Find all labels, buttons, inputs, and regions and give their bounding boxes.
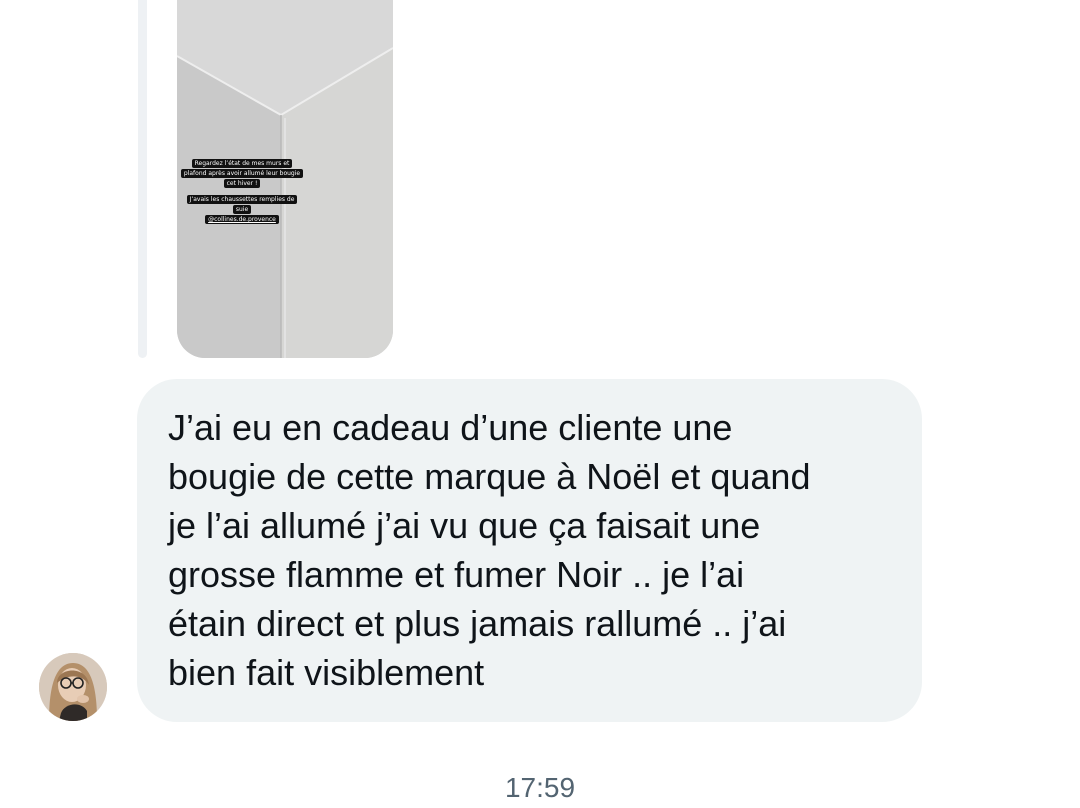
reply-quote-bar [138,0,147,358]
story-mention: @collines.de.provence [205,215,279,224]
story-caption-line: cet hiver ! [223,179,261,188]
quoted-story-thumbnail[interactable]: Regardez l’état de mes murs et plafond a… [177,0,393,358]
message-timestamp: 17:59 [504,772,576,803]
story-caption-line: Regardez l’état de mes murs et [191,159,293,168]
avatar[interactable] [39,653,107,721]
story-caption-line: suie [232,205,252,214]
story-caption: Regardez l’état de mes murs et plafond a… [177,159,307,225]
story-caption-line: plafond après avoir allumé leur bougie [180,169,304,178]
message-bubble[interactable]: J’ai eu en cadeau d’une cliente une boug… [137,379,922,722]
message-text: J’ai eu en cadeau d’une cliente une boug… [168,407,811,693]
story-caption-line: J’avais les chaussettes remplies de [186,195,298,204]
